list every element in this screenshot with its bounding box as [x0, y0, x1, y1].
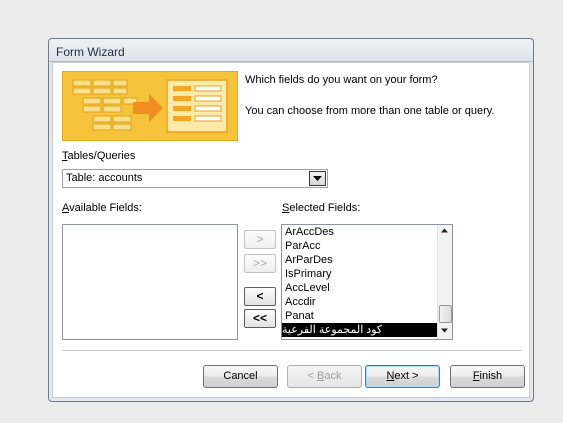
list-item[interactable]: ArAccDes — [282, 225, 438, 239]
title-bar[interactable]: Form Wizard — [49, 39, 533, 62]
cancel-button[interactable]: Cancel — [203, 365, 278, 388]
tables-queries-label: Tables/Queries — [62, 150, 136, 162]
list-item[interactable]: IsPrimary — [282, 267, 438, 281]
wizard-question: Which fields do you want on your form? — [245, 74, 438, 86]
available-fields-list[interactable] — [62, 224, 238, 340]
selected-fields-items: ArAccDes ParAcc ArParDes IsPrimary AccLe… — [282, 225, 438, 337]
chevron-up-icon — [441, 228, 448, 233]
finish-button[interactable]: Finish — [450, 365, 525, 388]
back-button[interactable]: < Back — [287, 365, 362, 388]
chevron-down-icon — [441, 328, 448, 333]
window-title: Form Wizard — [56, 45, 125, 59]
wizard-illustration — [62, 71, 238, 141]
add-all-fields-button[interactable]: >> — [244, 254, 276, 273]
chevron-down-icon — [313, 176, 322, 181]
next-button[interactable]: Next > — [365, 365, 440, 388]
form-wizard-dialog: Form Wizard Which fields do you want on … — [48, 38, 534, 402]
list-item[interactable]: ParAcc — [282, 239, 438, 253]
list-item[interactable]: ArParDes — [282, 253, 438, 267]
selected-fields-label: Selected Fields: — [282, 202, 361, 214]
divider — [62, 350, 522, 352]
selected-fields-list[interactable]: ArAccDes ParAcc ArParDes IsPrimary AccLe… — [281, 224, 453, 340]
wizard-body: Which fields do you want on your form? Y… — [52, 62, 530, 398]
remove-all-fields-button[interactable]: << — [244, 309, 276, 328]
add-field-button[interactable]: > — [244, 230, 276, 249]
scroll-up-button[interactable] — [438, 225, 452, 237]
tables-queries-combobox[interactable]: Table: accounts — [62, 169, 328, 188]
available-fields-label: Available Fields: — [62, 202, 142, 214]
wizard-hint: You can choose from more than one table … — [245, 105, 495, 117]
vertical-scrollbar[interactable] — [437, 225, 452, 339]
remove-field-button[interactable]: < — [244, 287, 276, 306]
list-item[interactable]: AccLevel — [282, 281, 438, 295]
tables-queries-value: Table: accounts — [66, 172, 143, 184]
scrollbar-thumb[interactable] — [439, 305, 452, 323]
list-item[interactable]: Accdir — [282, 295, 438, 309]
scroll-down-button[interactable] — [438, 325, 452, 337]
dropdown-button[interactable] — [309, 171, 326, 186]
list-item[interactable]: Panat — [282, 309, 438, 323]
list-item-selected[interactable]: كود المجموعة الفرعية — [282, 323, 438, 337]
